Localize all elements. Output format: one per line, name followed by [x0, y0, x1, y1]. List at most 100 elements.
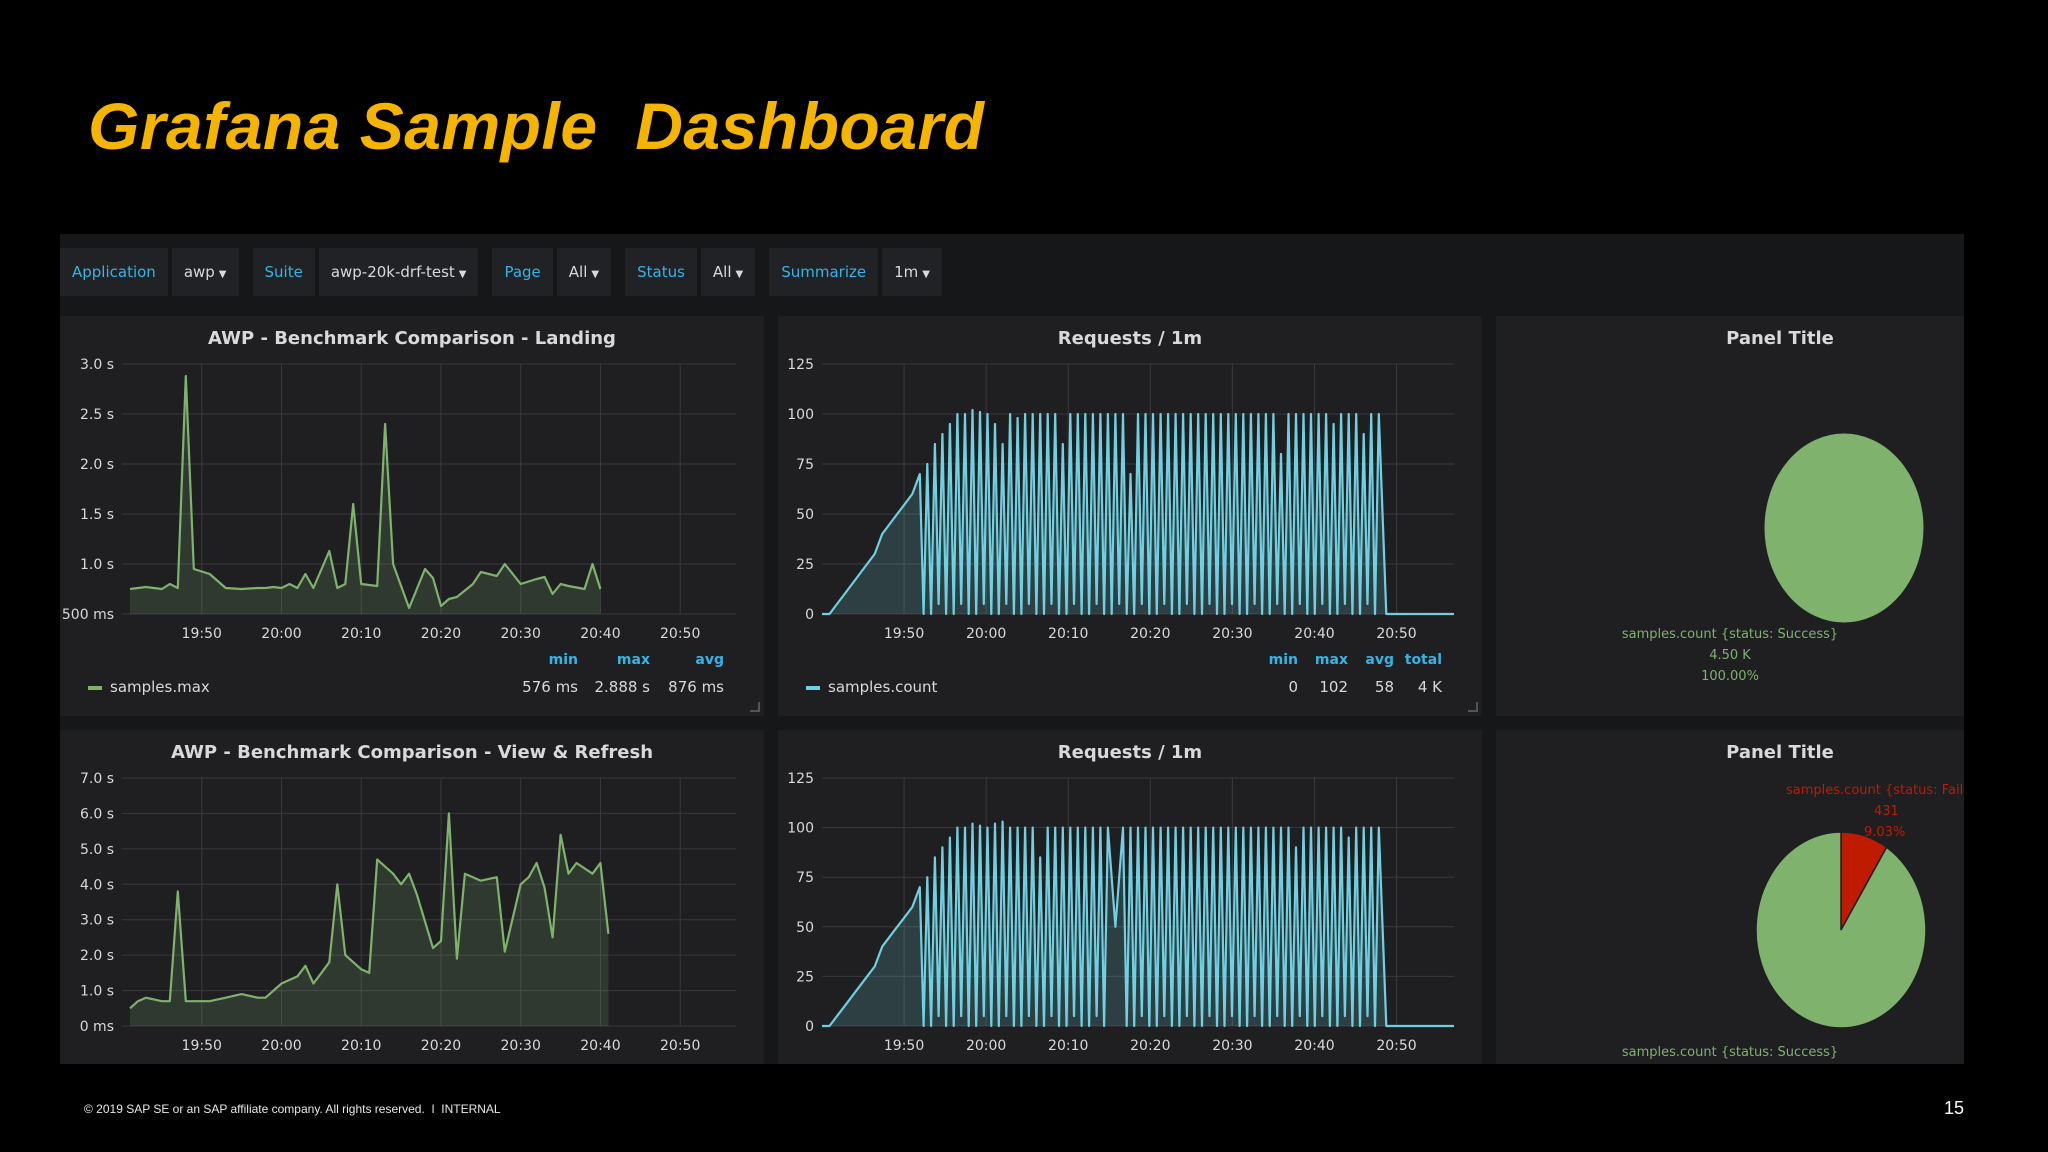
variable-label: Suite [252, 248, 315, 296]
series-swatch [88, 685, 102, 690]
x-tick-label: 20:30 [501, 1038, 541, 1054]
variable-suite-dropdown[interactable]: awp-20k-drf-test ▼ [318, 248, 479, 296]
pie-label-series: samples.count {status: Success} [1621, 627, 1839, 642]
y-tick-label: 0 [805, 607, 814, 623]
series-swatch [806, 685, 820, 690]
caret-down-icon: ▼ [922, 269, 930, 280]
y-tick-label: 50 [796, 920, 814, 936]
x-tick-label: 20:30 [1212, 1038, 1252, 1054]
x-tick-label: 20:10 [1048, 626, 1088, 642]
resize-handle[interactable] [750, 702, 760, 712]
variable-value: awp [183, 263, 215, 281]
x-tick-label: 19:50 [884, 1038, 924, 1054]
view-refresh-latency-chart: 0 ms 1.0 s 2.0 s 3.0 s 4.0 s 5.0 s 6.0 s 7.0 s 1… [80, 771, 736, 1054]
panel-pie-status[interactable]: Panel Title samples.count {status: Succe… [1496, 316, 1964, 716]
y-tick-label: 75 [796, 457, 814, 473]
pie-label-percent: 100.00% [1701, 669, 1759, 684]
variable-label: Summarize [769, 248, 879, 296]
x-tick-label: 20:10 [1048, 1038, 1088, 1054]
legend-col-min: min 0 [1269, 652, 1298, 696]
variable-label: Application [60, 248, 168, 296]
y-tick-label: 50 [796, 507, 814, 523]
x-tick-label: 20:50 [660, 626, 700, 642]
legend-value: 576 ms [522, 678, 578, 696]
pie-slice [1755, 831, 1927, 1029]
x-tick-label: 20:20 [1130, 626, 1170, 642]
x-tick-label: 19:50 [182, 1038, 222, 1054]
variable-status: Status All ▼ [625, 248, 756, 296]
panel-requests-1m-2[interactable]: Requests / 1m 0 25 50 75 100 125 19:50 20:00 20:… [778, 730, 1482, 1064]
y-tick-label: 100 [787, 407, 814, 423]
panel-requests-1m[interactable]: Requests / 1m 0 25 50 75 100 125 19:50 20:00 20:… [778, 316, 1482, 716]
x-tick-label: 20:00 [966, 1038, 1006, 1054]
x-tick-label: 20:00 [966, 626, 1006, 642]
y-tick-label: 125 [787, 771, 814, 787]
x-tick-label: 20:20 [1130, 1038, 1170, 1054]
x-tick-label: 20:50 [1376, 626, 1416, 642]
slide-title: Grafana Sample Dashboard [88, 89, 985, 163]
legend-value: 2.888 s [594, 678, 650, 696]
x-tick-label: 20:30 [501, 626, 541, 642]
panel-pie-status-2[interactable]: Panel Title samples.count {status: Failu… [1496, 730, 1964, 1064]
y-tick-label: 1.0 s [80, 984, 114, 1000]
variable-status-dropdown[interactable]: All ▼ [700, 248, 756, 296]
legend-series-name: samples.count [828, 678, 938, 696]
legend-header: max [1314, 652, 1348, 668]
page-number: 15 [1943, 1098, 1964, 1118]
variable-summarize-dropdown[interactable]: 1m ▼ [882, 248, 942, 296]
legend-series[interactable]: samples.max [88, 678, 210, 696]
y-tick-label: 2.0 s [80, 457, 114, 473]
x-tick-label: 20:50 [1376, 1038, 1416, 1054]
pie-label-percent: 9.03% [1864, 825, 1906, 840]
landing-latency-chart: 500 ms 1.0 s 1.5 s 2.0 s 2.5 s 3.0 s 19:50 20:0… [62, 357, 736, 642]
legend-header: avg [1365, 652, 1394, 668]
y-tick-label: 5.0 s [80, 842, 114, 858]
x-tick-label: 20:40 [1294, 1038, 1334, 1054]
pie-success-label: samples.count {status: Success} 4.50 K 1… [1496, 624, 1964, 687]
x-tick-label: 20:10 [341, 1038, 381, 1054]
x-tick-label: 20:50 [660, 1038, 700, 1054]
variable-application-dropdown[interactable]: awp ▼ [171, 248, 239, 296]
template-variables-bar: Application awp ▼ Suite awp-20k-drf-test ▼… [60, 248, 956, 296]
y-tick-label: 25 [796, 969, 814, 985]
legend-value: 58 [1374, 678, 1394, 696]
y-tick-label: 1.0 s [80, 557, 114, 573]
x-tick-label: 20:00 [261, 1038, 301, 1054]
x-tick-label: 20:20 [421, 1038, 461, 1054]
y-tick-label: 3.0 s [80, 913, 114, 929]
caret-down-icon: ▼ [458, 269, 467, 280]
x-tick-label: 20:10 [341, 626, 381, 642]
pie-failure-label: samples.count {status: Failure} 431 9.03… [1786, 780, 1964, 843]
variable-suite: Suite awp-20k-drf-test ▼ [252, 248, 479, 296]
panel-landing-latency[interactable]: AWP - Benchmark Comparison - Landing 500… [60, 316, 764, 716]
legend-header: max [616, 652, 650, 668]
legend-col-avg: avg 876 ms [668, 652, 724, 696]
pie-slice [1763, 432, 1925, 624]
x-tick-label: 20:40 [580, 626, 620, 642]
variable-summarize: Summarize 1m ▼ [769, 248, 942, 296]
variable-value: All [568, 263, 588, 281]
panel-view-refresh-latency[interactable]: AWP - Benchmark Comparison - View & Refr… [60, 730, 764, 1064]
legend-series-name: samples.max [110, 678, 210, 696]
legend-header: min [1268, 652, 1298, 668]
pie-label-series: samples.count {status: Success} [1621, 1045, 1839, 1060]
variable-page-dropdown[interactable]: All ▼ [556, 248, 612, 296]
y-tick-label: 7.0 s [80, 771, 114, 787]
legend-value: 4 K [1417, 678, 1442, 696]
pie-label-value: 4.50 K [1709, 648, 1751, 663]
y-tick-label: 100 [787, 821, 814, 837]
requests-chart: 0 25 50 75 100 125 19:50 20:00 20:10 20:20 20:30 20… [787, 357, 1454, 642]
caret-down-icon: ▼ [591, 269, 600, 280]
resize-handle[interactable] [1468, 702, 1478, 712]
y-tick-label: 1.5 s [80, 507, 114, 523]
variable-label: Page [492, 248, 553, 296]
variable-value: All [712, 263, 732, 281]
variable-application: Application awp ▼ [60, 248, 239, 296]
caret-down-icon: ▼ [218, 269, 227, 280]
legend-col-min: min 576 ms [522, 652, 578, 696]
legend-col-max: max 2.888 s [594, 652, 650, 696]
legend-value: 0 [1288, 678, 1298, 696]
legend-series[interactable]: samples.count [806, 678, 937, 696]
legend-header: min [548, 652, 578, 668]
y-tick-label: 0 [805, 1019, 814, 1035]
